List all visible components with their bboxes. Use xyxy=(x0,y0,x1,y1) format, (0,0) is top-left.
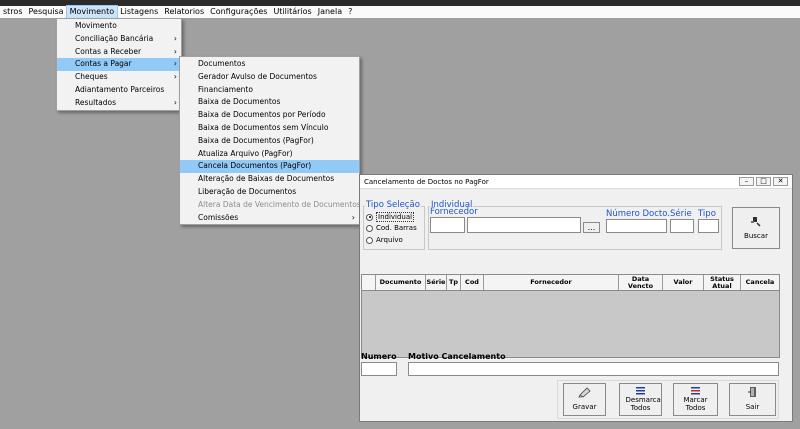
col-valor: Valor xyxy=(663,275,704,290)
menu-item-cancela-documentos[interactable]: Cancela Documentos (PagFor) xyxy=(180,160,359,174)
col-serie: Série xyxy=(426,275,447,290)
menu-item-financiamento[interactable]: Financiamento xyxy=(180,84,359,97)
radio-cod-barras[interactable]: Cod. Barras xyxy=(366,224,417,232)
menu-item-atualiza-arquivo[interactable]: Atualiza Arquivo (PagFor) xyxy=(180,148,359,161)
chevron-right-icon: › xyxy=(173,97,177,107)
uncheck-all-icon xyxy=(635,387,645,395)
marcar-label: Marcar Todos xyxy=(683,396,708,412)
fornecedor-lookup-button[interactable]: ... xyxy=(583,222,600,233)
radio-individual-dot[interactable] xyxy=(366,213,373,221)
col-status-atual: Status Atual xyxy=(704,275,741,290)
tipo-label: Tipo xyxy=(698,209,716,219)
menu-item-baixa-sem-vinculo[interactable]: Baixa de Documentos sem Vínculo xyxy=(180,122,359,135)
menu-item-comissoes[interactable]: Comissões › xyxy=(180,212,359,225)
chevron-right-icon: › xyxy=(173,46,177,56)
menu-item-resultados[interactable]: Resultados › xyxy=(57,97,181,110)
desmarca-label: Desmarca Todos xyxy=(625,396,661,412)
menu-item-documentos[interactable]: Documentos xyxy=(180,58,359,71)
menu-bar: stros Pesquisa Movimento Listagens Relat… xyxy=(0,5,800,19)
documents-grid[interactable]: Documento Série Tp Cod Fornecedor Data V… xyxy=(361,274,780,358)
menu-item-baixa-pagfor[interactable]: Baixa de Documentos (PagFor) xyxy=(180,135,359,148)
window-titlebar: Cancelamento de Doctos no PagFor – □ ✕ xyxy=(360,175,792,189)
menu-relatorios[interactable]: Relatorios xyxy=(161,6,207,18)
radio-individual-label: Individual xyxy=(376,212,415,222)
motivo-label: Motivo Cancelamento xyxy=(408,352,506,361)
buscar-label: Buscar xyxy=(744,232,768,240)
radio-arquivo[interactable]: Arquivo xyxy=(366,236,403,244)
search-icon xyxy=(751,217,761,227)
menu-utilitarios[interactable]: Utilitários xyxy=(270,6,314,18)
tipo-input[interactable] xyxy=(698,219,719,233)
menu-item-baixa-periodo[interactable]: Baixa de Documentos por Período xyxy=(180,109,359,122)
buscar-button[interactable]: Buscar xyxy=(732,207,780,249)
numero-input[interactable] xyxy=(361,362,397,376)
fornecedor-name-input[interactable] xyxy=(467,217,581,233)
menu-item-altera-vencimento: Altera Data de Vencimento de Documentos xyxy=(198,199,361,209)
col-data-vencto: Data Vencto xyxy=(619,275,663,290)
chevron-right-icon: › xyxy=(173,33,177,43)
chevron-right-icon: › xyxy=(351,212,355,222)
check-all-icon xyxy=(690,387,700,395)
window-body: Tipo Seleção Individual Cod. Barras Arqu… xyxy=(360,190,792,421)
col-select xyxy=(362,275,376,290)
menu-item-adiantamento[interactable]: Adiantamento Parceiros xyxy=(57,84,181,97)
menu-item-cheques[interactable]: Cheques › xyxy=(57,71,181,84)
movimento-dropdown: Movimento Conciliação Bancária › Contas a… xyxy=(56,18,182,111)
col-tp: Tp xyxy=(447,275,461,290)
col-fornecedor: Fornecedor xyxy=(484,275,619,290)
menu-item-conciliacao[interactable]: Conciliação Bancária › xyxy=(57,33,181,46)
gravar-label: Gravar xyxy=(572,403,597,411)
contas-pagar-submenu: Documentos Gerador Avulso de Documentos … xyxy=(179,56,361,226)
maximize-icon: □ xyxy=(760,177,767,185)
radio-arquivo-dot[interactable] xyxy=(366,236,373,244)
minimize-icon: – xyxy=(744,177,749,185)
save-icon xyxy=(577,387,591,398)
chevron-right-icon: › xyxy=(173,72,177,82)
cancelamento-window: Cancelamento de Doctos no PagFor – □ ✕ T… xyxy=(359,174,793,422)
tipo-selecao-title: Tipo Seleção xyxy=(365,200,421,210)
chevron-right-icon: › xyxy=(173,59,177,69)
menu-item-baixa-documentos[interactable]: Baixa de Documentos xyxy=(180,96,359,109)
menu-configuracoes[interactable]: Configurações xyxy=(207,6,270,18)
radio-arquivo-label: Arquivo xyxy=(376,236,403,244)
exit-door-icon xyxy=(747,387,756,397)
numero-label: Numero xyxy=(361,352,397,361)
radio-cod-barras-dot[interactable] xyxy=(366,224,373,232)
sair-label: Sair xyxy=(745,403,760,411)
menu-item-contas-pagar[interactable]: Contas a Pagar › xyxy=(57,58,181,72)
menu-item-alteracao-baixas[interactable]: Alteração de Baixas de Documentos xyxy=(180,173,359,186)
radio-cod-barras-label: Cod. Barras xyxy=(376,224,417,232)
menu-help[interactable]: ? xyxy=(345,6,355,18)
close-icon: ✕ xyxy=(777,177,784,185)
numero-docto-input[interactable] xyxy=(606,219,667,233)
serie-input[interactable] xyxy=(670,219,694,233)
radio-individual[interactable]: Individual xyxy=(366,212,415,222)
window-title: Cancelamento de Doctos no PagFor xyxy=(364,177,489,186)
menu-movimento[interactable]: Movimento xyxy=(65,5,119,19)
minimize-button[interactable]: – xyxy=(739,177,754,186)
menu-item-movimento[interactable]: Movimento xyxy=(57,20,181,33)
maximize-button[interactable]: □ xyxy=(756,177,771,186)
close-button[interactable]: ✕ xyxy=(773,177,788,186)
menu-listagens[interactable]: Listagens xyxy=(117,6,161,18)
desmarca-todos-button[interactable]: Desmarca Todos xyxy=(619,383,662,416)
menu-cadastros[interactable]: stros xyxy=(0,6,25,18)
motivo-input[interactable] xyxy=(408,362,779,376)
gravar-button[interactable]: Gravar xyxy=(563,383,606,416)
fornecedor-label: Fornecedor xyxy=(430,207,478,217)
menu-pesquisa[interactable]: Pesquisa xyxy=(25,6,66,18)
menu-item-contas-receber[interactable]: Contas a Receber › xyxy=(57,46,181,59)
col-documento: Documento xyxy=(376,275,426,290)
numero-docto-label: Número Docto. xyxy=(606,209,670,219)
sair-button[interactable]: Sair xyxy=(729,383,776,416)
menu-janela[interactable]: Janela xyxy=(315,6,345,18)
grid-header: Documento Série Tp Cod Fornecedor Data V… xyxy=(362,275,779,291)
fornecedor-code-input[interactable] xyxy=(430,217,465,233)
serie-label: Série xyxy=(670,209,692,219)
col-cancela: Cancela xyxy=(745,278,775,286)
menu-item-gerador-avulso[interactable]: Gerador Avulso de Documentos xyxy=(180,71,359,84)
marcar-todos-button[interactable]: Marcar Todos xyxy=(673,383,718,416)
menu-item-liberacao[interactable]: Liberação de Documentos xyxy=(180,186,359,199)
col-cod: Cod xyxy=(461,275,484,290)
